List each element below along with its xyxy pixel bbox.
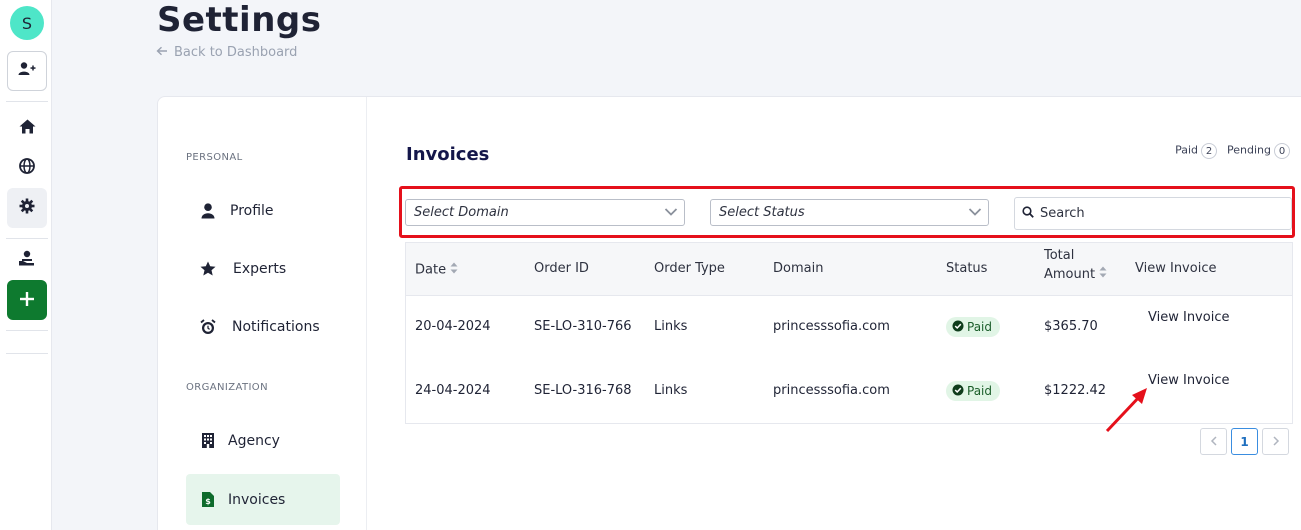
- invoices-table: Date Order ID Order Type Domain Status T…: [405, 242, 1293, 424]
- building-icon: [198, 433, 218, 448]
- prev-page-button[interactable]: [1200, 428, 1227, 455]
- status-label: Paid: [967, 320, 993, 334]
- user-icon: [198, 202, 218, 219]
- cell-date: 24-04-2024: [415, 383, 491, 398]
- cell-order-type: Links: [654, 319, 688, 334]
- sidebar-item-label: Notifications: [232, 318, 320, 335]
- svg-text:$: $: [205, 497, 211, 506]
- invoices-title: Invoices: [406, 144, 490, 165]
- domain-select-placeholder: Select Domain: [414, 205, 509, 220]
- column-total-amount[interactable]: Total Amount: [1044, 246, 1107, 284]
- column-status: Status: [946, 261, 988, 276]
- arrow-left-icon: [156, 45, 168, 60]
- star-icon: [198, 261, 218, 276]
- search-icon: [1022, 205, 1034, 222]
- chevron-left-icon: [1210, 435, 1218, 449]
- rail-divider: [6, 353, 48, 354]
- add-new-button[interactable]: [7, 280, 47, 320]
- section-label-personal: PERSONAL: [186, 152, 243, 163]
- search-input[interactable]: Search: [1014, 197, 1292, 230]
- status-label: Paid: [967, 384, 993, 398]
- sidebar-item-profile[interactable]: Profile: [186, 185, 340, 236]
- settings-button[interactable]: [7, 188, 47, 228]
- rail-divider: [6, 238, 48, 239]
- search-placeholder: Search: [1040, 206, 1085, 221]
- back-link-label: Back to Dashboard: [174, 45, 298, 60]
- column-domain: Domain: [773, 261, 824, 276]
- cell-domain: princesssofia.com: [773, 319, 890, 334]
- chevron-down-icon: [664, 206, 678, 222]
- home-icon: [19, 119, 36, 138]
- column-order-id: Order ID: [534, 261, 589, 276]
- cell-order-type: Links: [654, 383, 688, 398]
- back-to-dashboard-link[interactable]: Back to Dashboard: [156, 45, 297, 60]
- column-total-label: Total: [1044, 248, 1075, 263]
- pending-label: Pending: [1227, 143, 1271, 157]
- column-date[interactable]: Date: [415, 262, 458, 278]
- add-user-button[interactable]: [7, 51, 47, 91]
- page-button-current[interactable]: 1: [1231, 428, 1258, 455]
- section-label-organization: ORGANIZATION: [186, 382, 268, 393]
- check-circle-icon: [952, 320, 964, 335]
- invoice-counts: Paid 2 Pending 0: [1175, 143, 1290, 159]
- invoice-icon: $: [198, 492, 218, 507]
- paid-count: Paid 2: [1175, 143, 1218, 159]
- avatar[interactable]: S: [10, 6, 44, 40]
- cell-date: 20-04-2024: [415, 319, 491, 334]
- view-invoice-link[interactable]: View Invoice: [1148, 373, 1229, 388]
- sidebar-item-label: Experts: [233, 260, 287, 277]
- invoice-filters: Select Domain Select Status Search: [399, 186, 1295, 238]
- globe-button[interactable]: [7, 148, 47, 188]
- cell-order-id: SE-LO-316-768: [534, 383, 632, 398]
- page-title: Settings: [157, 0, 322, 40]
- home-button[interactable]: [7, 108, 47, 148]
- sort-icon: [450, 262, 458, 278]
- paid-count-badge: 2: [1201, 143, 1218, 159]
- domain-select[interactable]: Select Domain: [405, 199, 685, 226]
- globe-icon: [19, 158, 35, 178]
- settings-sidebar: PERSONAL Profile Experts Notifications O…: [158, 97, 367, 530]
- cell-order-id: SE-LO-310-766: [534, 319, 632, 334]
- chevron-right-icon: [1272, 435, 1280, 449]
- hand-user-icon: [18, 250, 36, 270]
- pending-count: Pending 0: [1227, 143, 1290, 159]
- status-select-placeholder: Select Status: [719, 205, 805, 220]
- sidebar-item-label: Profile: [230, 202, 274, 219]
- chevron-down-icon: [968, 206, 982, 222]
- plus-icon: [20, 291, 34, 310]
- check-circle-icon: [952, 384, 964, 399]
- sidebar-item-notifications[interactable]: Notifications: [186, 301, 340, 352]
- status-badge: Paid: [946, 381, 1001, 401]
- status-badge: Paid: [946, 317, 1001, 337]
- status-select[interactable]: Select Status: [710, 199, 989, 226]
- sidebar-item-label: Agency: [228, 432, 280, 449]
- sidebar-item-invoices[interactable]: $ Invoices: [186, 474, 340, 525]
- sidebar-item-label: Invoices: [228, 491, 286, 508]
- paid-label: Paid: [1175, 143, 1199, 157]
- view-invoice-link[interactable]: View Invoice: [1148, 310, 1229, 325]
- pending-count-badge: 0: [1274, 143, 1290, 159]
- table-header: Date Order ID Order Type Domain Status T…: [406, 243, 1292, 296]
- annotation-arrow-icon: [1103, 385, 1151, 439]
- cell-amount: $1222.42: [1044, 383, 1107, 398]
- cell-amount: $365.70: [1044, 319, 1098, 334]
- sort-icon: [1099, 265, 1107, 284]
- support-button[interactable]: [7, 240, 47, 280]
- column-view-invoice: View Invoice: [1135, 261, 1217, 276]
- sidebar-item-agency[interactable]: Agency: [186, 415, 340, 466]
- column-date-label: Date: [415, 262, 447, 278]
- cell-domain: princesssofia.com: [773, 383, 890, 398]
- next-page-button[interactable]: [1262, 428, 1289, 455]
- sidebar-item-experts[interactable]: Experts: [186, 243, 340, 294]
- column-amount-label: Amount: [1044, 267, 1096, 282]
- rail-divider: [6, 330, 48, 331]
- gear-icon: [19, 198, 35, 218]
- add-user-icon: [18, 61, 36, 81]
- left-rail: S: [0, 0, 52, 530]
- alarm-icon: [198, 318, 218, 335]
- rail-divider: [6, 101, 48, 102]
- settings-card: PERSONAL Profile Experts Notifications O…: [157, 96, 1301, 530]
- pagination: 1: [1200, 428, 1289, 455]
- column-order-type: Order Type: [654, 261, 725, 276]
